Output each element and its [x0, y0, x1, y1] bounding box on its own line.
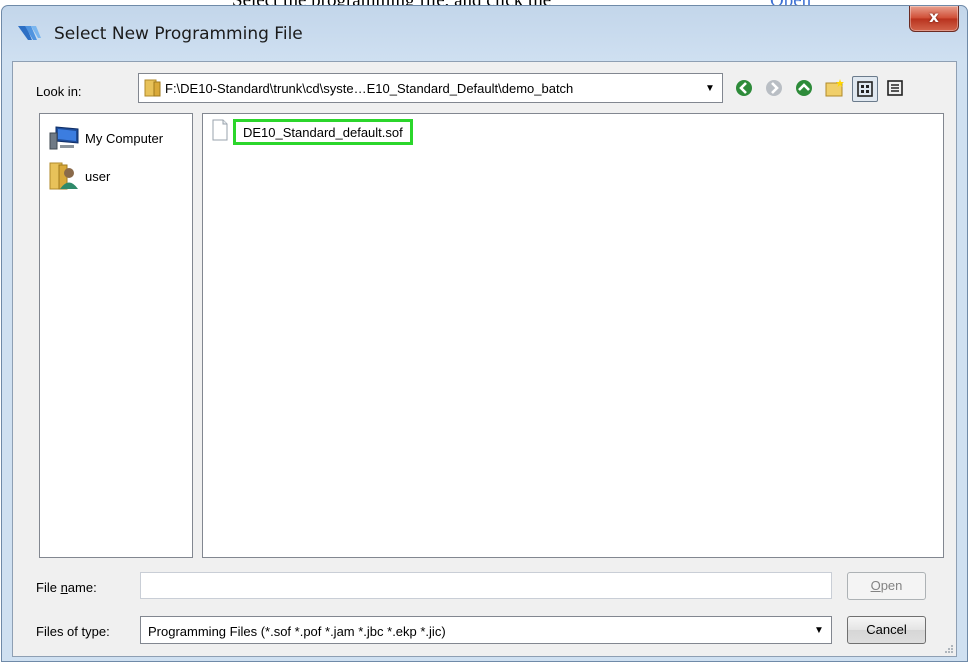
look-in-label: Look in: — [36, 84, 82, 99]
file-name-label: DE10_Standard_default.sof — [233, 119, 413, 145]
forward-button[interactable] — [760, 74, 788, 102]
cancel-button[interactable]: Cancel — [847, 616, 926, 644]
dialog-client-area: Look in: F:\DE10-Standard\trunk\cd\syste… — [12, 61, 957, 657]
look-in-path: F:\DE10-Standard\trunk\cd\syste…E10_Stan… — [165, 81, 574, 96]
file-name-label-part: ame: — [67, 580, 97, 595]
close-icon: x — [929, 8, 939, 26]
user-folder-icon — [49, 162, 78, 190]
file-type-label: Files of type: — [36, 624, 110, 639]
up-folder-button[interactable] — [790, 74, 818, 102]
places-sidebar: My Computer user — [39, 113, 193, 558]
sidebar-item-label: My Computer — [85, 131, 164, 146]
file-name-field[interactable] — [140, 572, 832, 599]
new-folder-button[interactable] — [821, 74, 849, 102]
computer-icon — [49, 126, 79, 150]
file-name-label-mnemonic: n — [60, 580, 68, 595]
open-button[interactable]: Open — [847, 572, 926, 600]
file-list: DE10_Standard_default.sof — [202, 113, 944, 558]
new-folder-icon — [825, 79, 844, 97]
sidebar-item-label: user — [85, 169, 111, 184]
folder-icon — [144, 79, 161, 97]
resize-grip-icon[interactable] — [944, 644, 954, 654]
close-button[interactable]: x — [909, 6, 959, 32]
back-button[interactable] — [730, 74, 758, 102]
quartus-app-icon — [18, 26, 41, 40]
back-icon — [736, 80, 752, 96]
file-type-combobox[interactable]: Programming Files (*.sof *.pof *.jam *.j… — [140, 616, 832, 644]
list-view-button[interactable] — [852, 76, 878, 102]
open-button-mnemonic: O — [870, 578, 881, 593]
open-button-label: pen — [880, 578, 903, 593]
look-in-combobox[interactable]: F:\DE10-Standard\trunk\cd\syste…E10_Stan… — [138, 73, 723, 103]
chevron-down-icon[interactable]: ▼ — [700, 76, 720, 100]
chevron-down-icon[interactable]: ▼ — [809, 618, 829, 642]
file-name-label: File name: — [36, 580, 97, 595]
up-folder-icon — [796, 80, 812, 96]
file-name-label-part: File — [36, 580, 61, 595]
file-icon — [212, 119, 228, 141]
list-view-icon — [857, 81, 873, 97]
title-bar[interactable]: Select New Programming File x — [2, 6, 967, 54]
forward-icon — [766, 80, 782, 96]
file-type-value: Programming Files (*.sof *.pof *.jam *.j… — [148, 624, 446, 639]
detail-view-button[interactable] — [881, 74, 909, 102]
detail-view-icon — [887, 80, 903, 96]
select-file-dialog: Select New Programming File x Look in: F… — [1, 5, 968, 662]
dialog-title: Select New Programming File — [54, 24, 303, 44]
